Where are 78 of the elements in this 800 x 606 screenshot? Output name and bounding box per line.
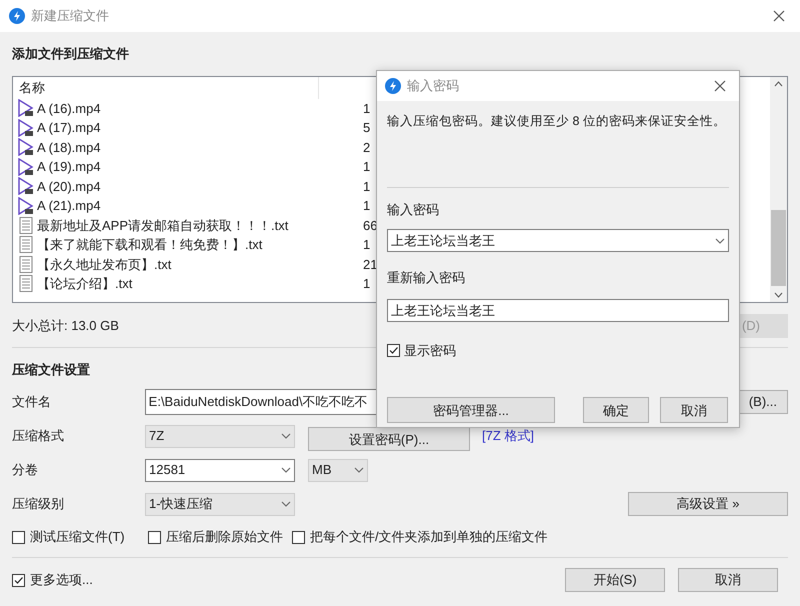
file-size: 21	[362, 256, 378, 274]
file-name[interactable]: A (17).mp4	[37, 118, 101, 138]
file-name[interactable]: A (21).mp4	[37, 196, 101, 216]
video-file-icon	[17, 118, 35, 137]
scroll-up-icon[interactable]	[774, 80, 783, 86]
option-label[interactable]: 更多选项...	[30, 570, 93, 590]
file-size: 1	[362, 100, 370, 118]
dialog-title: 输入密码	[407, 77, 459, 96]
start-button[interactable]: 开始(S)	[565, 568, 665, 592]
field-label: 重新输入密码	[387, 269, 465, 288]
checkbox[interactable]	[12, 574, 25, 586]
app-logo-icon	[385, 78, 401, 94]
advanced-settings-button[interactable]: 高级设置 »	[628, 492, 788, 516]
format-select[interactable]: 7Z	[145, 424, 295, 448]
file-name[interactable]: 【论坛介绍】.txt	[37, 274, 132, 294]
file-name[interactable]: A (19).mp4	[37, 157, 101, 176]
file-name[interactable]: 【永久地址发布页】.txt	[37, 254, 172, 274]
dialog-description: 输入压缩包密码。建议使用至少 8 位的密码来保证安全性。	[387, 113, 727, 130]
ok-button[interactable]: 确定	[583, 397, 649, 424]
text-file-icon	[19, 275, 33, 292]
field-label: 压缩级别	[12, 495, 65, 514]
window-title: 新建压缩文件	[31, 7, 109, 26]
unit-select[interactable]: MB	[308, 458, 368, 482]
file-size: 1	[362, 197, 370, 215]
checkbox[interactable]	[148, 530, 161, 544]
scroll-down-icon[interactable]	[774, 292, 783, 298]
file-name[interactable]: A (18).mp4	[37, 138, 101, 157]
checkbox[interactable]	[12, 530, 25, 544]
cancel-button[interactable]: 取消	[678, 568, 778, 592]
text-file-icon	[19, 256, 33, 273]
cancel-button[interactable]: 取消	[660, 397, 728, 424]
option-label[interactable]: 显示密码	[404, 340, 456, 360]
chevron-down-icon	[281, 501, 291, 507]
video-file-icon	[17, 99, 35, 118]
text-file-icon	[19, 216, 33, 234]
section-title: 添加文件到压缩文件	[12, 45, 129, 63]
file-size: 2	[362, 138, 370, 156]
field-label: 压缩格式	[12, 427, 65, 446]
password-field[interactable]: 上老王论坛当老王	[387, 229, 729, 252]
confirm-password-field[interactable]: 上老王论坛当老王	[387, 298, 729, 322]
section-title: 压缩文件设置	[12, 360, 90, 378]
total-size: 大小总计: 13.0 GB	[12, 316, 119, 335]
text-file-icon	[19, 236, 33, 254]
format-link[interactable]: [7Z 格式]	[482, 426, 534, 446]
field-label: 输入密码	[387, 200, 439, 219]
file-size: 1	[362, 178, 370, 196]
file-name[interactable]: 【来了就能下载和观看！纯免费！】.txt	[37, 235, 262, 254]
video-file-icon	[17, 177, 35, 196]
chevron-down-icon	[281, 467, 291, 473]
video-file-icon	[17, 138, 35, 156]
checkbox[interactable]	[292, 530, 305, 544]
chevron-down-icon	[281, 433, 291, 439]
chevron-down-icon	[354, 467, 364, 473]
password-manager-button[interactable]: 密码管理器...	[387, 397, 555, 424]
file-size: 5	[362, 119, 370, 137]
set-password-button[interactable]: 设置密码(P)...	[308, 427, 470, 451]
level-select[interactable]: 1-快速压缩	[145, 492, 295, 516]
column-header[interactable]: 名称	[13, 76, 319, 98]
close-icon[interactable]	[773, 10, 785, 22]
option-label[interactable]: 把每个文件/文件夹添加到单独的压缩文件	[310, 527, 548, 547]
file-size: 1	[362, 158, 370, 176]
field-label: 分卷	[12, 461, 39, 480]
file-size: 1	[362, 275, 370, 293]
option-label[interactable]: 压缩后删除原始文件	[166, 527, 283, 547]
chevron-down-icon	[715, 238, 725, 244]
option-label[interactable]: 测试压缩文件(T)	[30, 527, 125, 547]
file-size: 1	[362, 236, 370, 254]
app-logo-icon	[9, 8, 25, 24]
checkbox[interactable]	[387, 344, 400, 357]
scrollbar[interactable]	[770, 76, 787, 302]
video-file-icon	[17, 196, 35, 215]
video-file-icon	[17, 158, 35, 176]
file-name[interactable]: A (20).mp4	[37, 176, 101, 196]
close-icon[interactable]	[714, 80, 726, 92]
field-label: 文件名	[12, 393, 52, 412]
file-name[interactable]: A (16).mp4	[37, 98, 101, 118]
split-size-field[interactable]: 12581	[145, 458, 295, 482]
file-name[interactable]: 最新地址及APP请发邮箱自动获取！！！.txt	[37, 216, 288, 235]
